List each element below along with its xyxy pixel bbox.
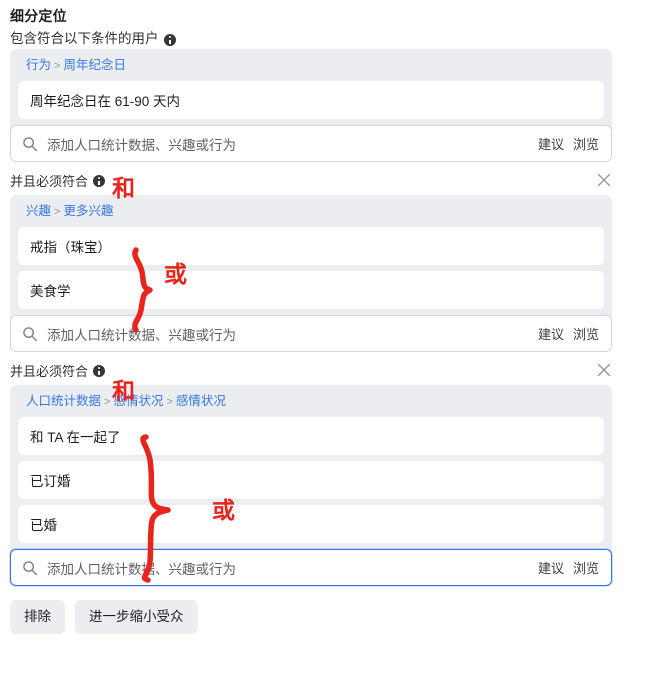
search-placeholder: 添加人口统计数据、兴趣或行为 [47, 561, 236, 577]
breadcrumb-item[interactable]: 行为 [26, 58, 51, 72]
breadcrumb-separator: > [54, 60, 61, 72]
footer-buttons: 排除 进一步缩小受众 [0, 586, 658, 634]
browse-button[interactable]: 浏览 [573, 324, 599, 343]
search-input-3[interactable]: 添加人口统计数据、兴趣或行为 建议 浏览 [10, 549, 612, 586]
breadcrumb-item[interactable]: 感情状况 [176, 394, 226, 408]
info-icon[interactable] [93, 175, 106, 187]
card-search-wrap-1: 添加人口统计数据、兴趣或行为 建议 浏览 [10, 125, 612, 162]
breadcrumb-3: 人口统计数据 > 感情状况 > 感情状况 [18, 392, 604, 417]
spec-row-label: 和 TA 在一起了 [30, 430, 121, 445]
breadcrumb-item[interactable]: 更多兴趣 [63, 204, 113, 218]
search-icon [22, 136, 38, 152]
targeting-block-2: 兴趣 > 更多兴趣 戒指（珠宝） 美食学 添加人口统计数据、兴趣或行为 建议 浏览 [0, 195, 658, 352]
search-icon [22, 560, 38, 576]
info-icon[interactable] [163, 34, 176, 46]
and-connector-1: 并且必须符合 [0, 165, 658, 195]
breadcrumb-item[interactable]: 感情状况 [113, 394, 163, 408]
breadcrumb-item[interactable]: 周年纪念日 [63, 58, 126, 72]
spec-row[interactable]: 已订婚 [18, 461, 604, 499]
suggest-button[interactable]: 建议 [538, 324, 564, 343]
page-subtitle: 包含符合以下条件的用户 [10, 29, 658, 49]
search-input-1[interactable]: 添加人口统计数据、兴趣或行为 建议 浏览 [10, 125, 612, 162]
browse-button[interactable]: 浏览 [573, 134, 599, 153]
search-actions: 建议 浏览 [538, 324, 601, 343]
breadcrumb-2: 兴趣 > 更多兴趣 [18, 202, 604, 227]
breadcrumb-1: 行为 > 周年纪念日 [18, 56, 604, 81]
card-search-wrap-2: 添加人口统计数据、兴趣或行为 建议 浏览 [10, 315, 612, 352]
spec-row-label: 已订婚 [30, 474, 71, 489]
breadcrumb-item[interactable]: 人口统计数据 [26, 394, 101, 408]
search-placeholder: 添加人口统计数据、兴趣或行为 [47, 137, 236, 153]
page-title: 细分定位 [10, 8, 67, 24]
card-search-wrap-3: 添加人口统计数据、兴趣或行为 建议 浏览 [10, 549, 612, 586]
spec-row[interactable]: 周年纪念日在 61-90 天内 [18, 81, 604, 119]
page-subtitle-label: 包含符合以下条件的用户 [10, 31, 159, 46]
search-input-2[interactable]: 添加人口统计数据、兴趣或行为 建议 浏览 [10, 315, 612, 352]
spec-row-label: 周年纪念日在 61-90 天内 [30, 94, 181, 109]
spec-row[interactable]: 美食学 [18, 271, 604, 309]
and-label-text: 并且必须符合 [10, 363, 89, 379]
and-connector-2: 并且必须符合 [0, 355, 658, 385]
suggest-button[interactable]: 建议 [538, 558, 564, 577]
narrow-audience-button[interactable]: 进一步缩小受众 [75, 600, 198, 634]
breadcrumb-separator: > [54, 206, 61, 218]
targeting-block-3: 人口统计数据 > 感情状况 > 感情状况 和 TA 在一起了 已订婚 已婚 添加人口统计… [0, 385, 658, 586]
spec-row[interactable]: 戒指（珠宝） [18, 227, 604, 265]
spec-card-3: 人口统计数据 > 感情状况 > 感情状况 和 TA 在一起了 已订婚 已婚 添加人口统计… [10, 385, 612, 586]
and-label-text: 并且必须符合 [10, 173, 89, 189]
search-placeholder: 添加人口统计数据、兴趣或行为 [47, 327, 236, 343]
search-icon [22, 326, 38, 342]
suggest-button[interactable]: 建议 [538, 134, 564, 153]
info-icon[interactable] [93, 365, 106, 377]
spec-row[interactable]: 和 TA 在一起了 [18, 417, 604, 455]
spec-row-label: 戒指（珠宝） [30, 240, 111, 255]
spec-card-2: 兴趣 > 更多兴趣 戒指（珠宝） 美食学 添加人口统计数据、兴趣或行为 建议 浏览 [10, 195, 612, 352]
page-header: 细分定位 包含符合以下条件的用户 [0, 0, 658, 49]
spec-row-label: 美食学 [30, 284, 71, 299]
search-actions: 建议 浏览 [538, 134, 601, 153]
breadcrumb-separator: > [104, 396, 111, 408]
and-label: 并且必须符合 [10, 171, 106, 190]
breadcrumb-separator: > [166, 396, 173, 408]
close-icon[interactable] [596, 362, 612, 378]
targeting-block-1: 行为 > 周年纪念日 周年纪念日在 61-90 天内 添加人口统计数据、兴趣或行为 … [0, 49, 658, 162]
spec-row[interactable]: 已婚 [18, 505, 604, 543]
breadcrumb-item[interactable]: 兴趣 [26, 204, 51, 218]
close-icon[interactable] [596, 172, 612, 188]
browse-button[interactable]: 浏览 [573, 558, 599, 577]
spec-row-label: 已婚 [30, 518, 57, 533]
and-label: 并且必须符合 [10, 361, 106, 380]
search-actions: 建议 浏览 [538, 558, 601, 577]
exclude-button[interactable]: 排除 [10, 600, 65, 634]
spec-card-1: 行为 > 周年纪念日 周年纪念日在 61-90 天内 添加人口统计数据、兴趣或行为 … [10, 49, 612, 162]
